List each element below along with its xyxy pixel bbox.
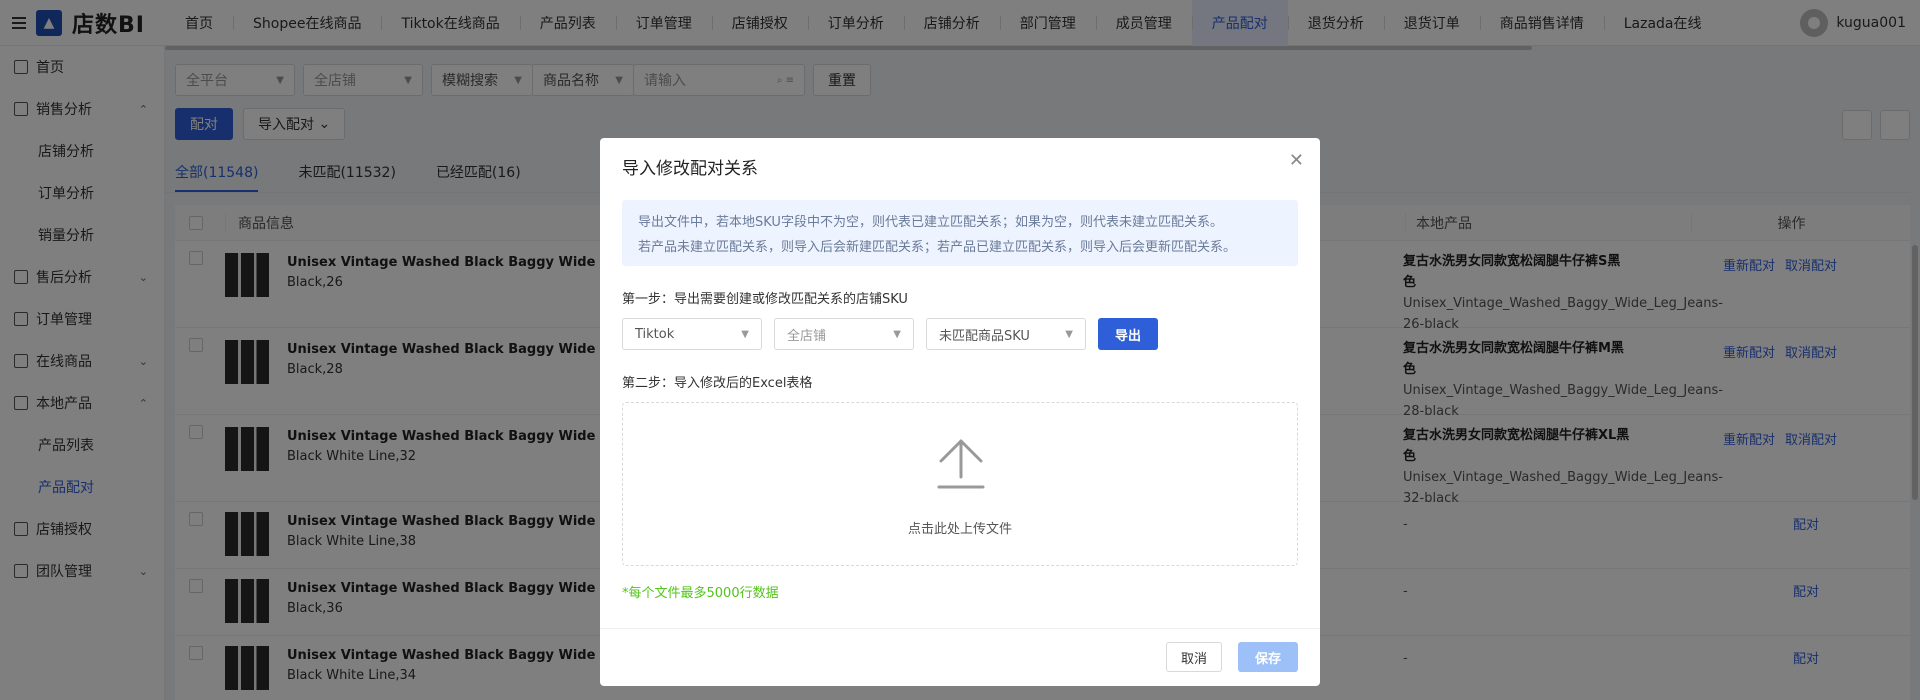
modal-sku-filter-select[interactable]: 未匹配商品SKU ▼ <box>926 318 1086 350</box>
save-button[interactable]: 保存 <box>1238 642 1298 672</box>
note-line: 若产品未建立匹配关系，则导入后会新建匹配关系；若产品已建立匹配关系，则导入后会更… <box>638 240 1237 255</box>
modal-title: 导入修改配对关系 <box>622 159 758 179</box>
cancel-button[interactable]: 取消 <box>1166 642 1222 672</box>
upload-icon <box>937 439 985 489</box>
chevron-down-icon: ▼ <box>893 328 901 340</box>
close-icon[interactable]: ✕ <box>1289 150 1304 171</box>
step2-label: 第二步：导入修改后的Excel表格 <box>622 376 813 391</box>
import-pair-modal: 导入修改配对关系 ✕ 导出文件中，若本地SKU字段中不为空，则代表已建立匹配关系… <box>600 138 1320 686</box>
upload-text: 点击此处上传文件 <box>907 522 1012 537</box>
note-line: 导出文件中，若本地SKU字段中不为空，则代表已建立匹配关系；如果为空，则代表未建… <box>638 215 1223 230</box>
modal-note: 导出文件中，若本地SKU字段中不为空，则代表已建立匹配关系；如果为空，则代表未建… <box>622 200 1298 266</box>
upload-dropzone[interactable]: 点击此处上传文件 <box>622 402 1298 566</box>
divider <box>600 628 1320 629</box>
upload-limit-note: *每个文件最多5000行数据 <box>622 586 779 601</box>
step1-label: 第一步：导出需要创建或修改匹配关系的店铺SKU <box>622 292 908 307</box>
modal-store-select[interactable]: 全店铺 ▼ <box>774 318 914 350</box>
export-controls: Tiktok ▼ 全店铺 ▼ 未匹配商品SKU ▼ 导出 <box>622 318 1158 350</box>
chevron-down-icon: ▼ <box>1065 328 1073 340</box>
chevron-down-icon: ▼ <box>741 328 749 340</box>
modal-platform-select[interactable]: Tiktok ▼ <box>622 318 762 350</box>
export-button[interactable]: 导出 <box>1098 318 1158 350</box>
